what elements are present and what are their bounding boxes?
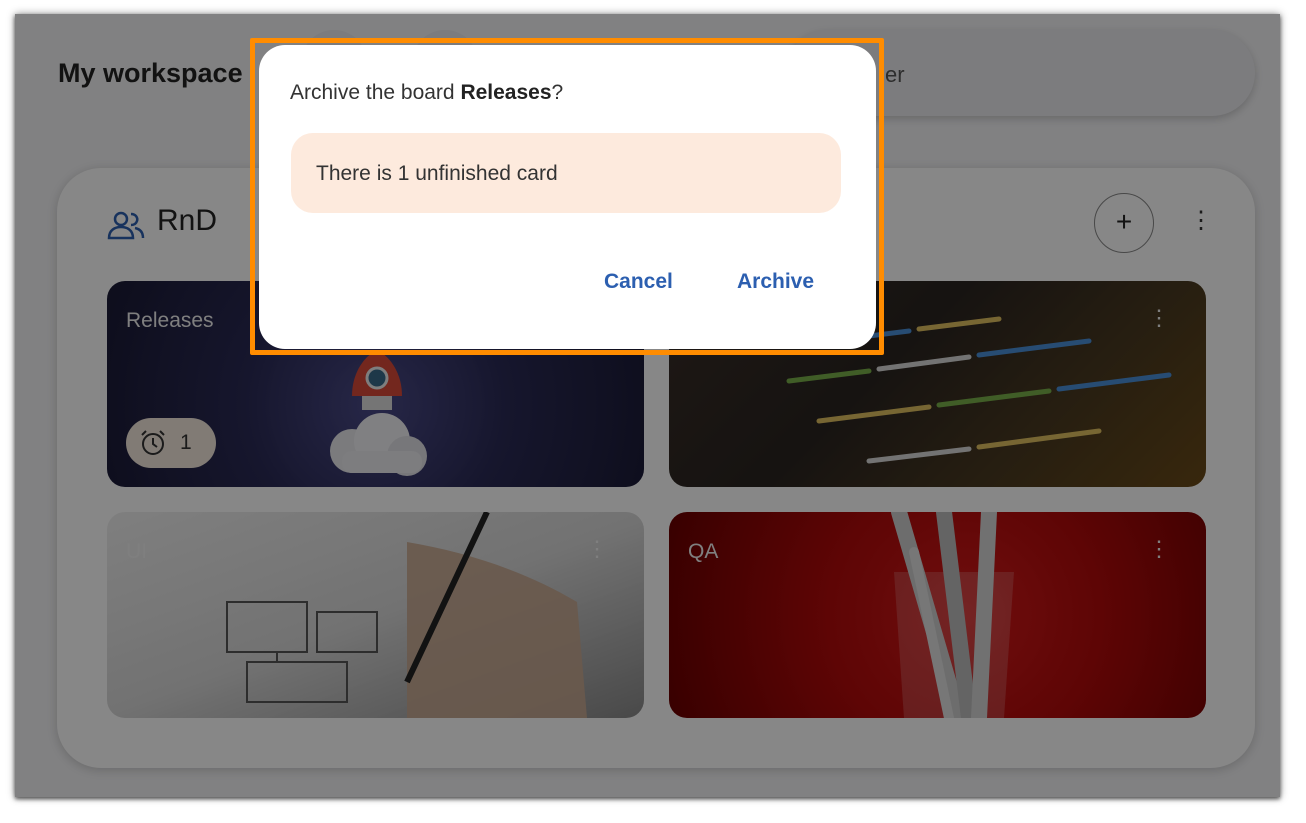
question-suffix: ? — [551, 81, 564, 104]
archive-button[interactable]: Archive — [737, 270, 814, 294]
warning-text: There is 1 unfinished card — [316, 162, 558, 185]
question-prefix: Archive the board — [290, 81, 461, 104]
warning-box: There is 1 unfinished card — [291, 133, 841, 213]
archive-dialog: Archive the board Releases? There is 1 u… — [259, 45, 876, 349]
board-name: Releases — [460, 81, 552, 104]
cancel-button[interactable]: Cancel — [604, 270, 673, 294]
dialog-question: Archive the board Releases? — [290, 81, 563, 105]
